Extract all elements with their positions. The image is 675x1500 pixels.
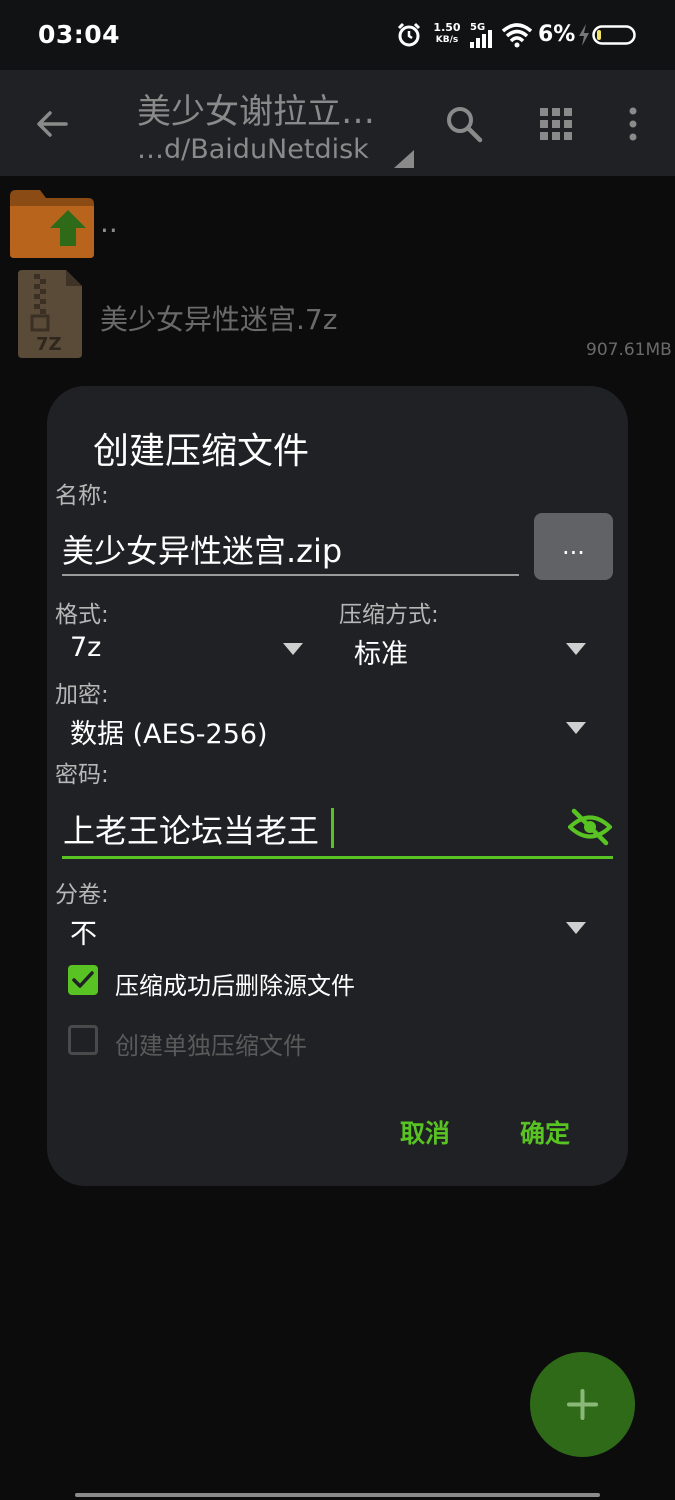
net-speed: 1.50 KB/s <box>432 22 462 46</box>
charging-icon <box>579 24 589 46</box>
ok-button[interactable]: 确定 <box>520 1114 570 1150</box>
method-label: 压缩方式: <box>339 602 439 628</box>
more-vert-icon[interactable] <box>618 104 648 144</box>
net-speed-value: 1.50 <box>433 21 461 34</box>
format-label: 格式: <box>55 602 109 628</box>
signal-icon <box>470 30 492 48</box>
method-dropdown-value[interactable]: 标准 <box>354 632 408 671</box>
method-dropdown-arrow-icon[interactable] <box>566 643 586 655</box>
volume-dropdown-arrow-icon[interactable] <box>566 922 586 934</box>
battery-icon <box>592 25 636 45</box>
browse-button[interactable]: ... <box>534 513 613 580</box>
separate-archive-label[interactable]: 创建单独压缩文件 <box>115 1026 307 1061</box>
plus-icon <box>567 1389 598 1420</box>
page-title: 美少女谢拉立… <box>137 92 375 132</box>
path-subtitle[interactable]: …d/BaiduNetdisk <box>137 134 369 165</box>
back-arrow-icon[interactable] <box>32 104 72 144</box>
path-dropdown-icon[interactable] <box>394 150 414 168</box>
cancel-button[interactable]: 取消 <box>400 1114 450 1150</box>
dialog-title: 创建压缩文件 <box>93 431 310 472</box>
archive-badge: 7Z <box>36 334 62 355</box>
file-name[interactable]: 美少女异性迷宫.7z <box>100 298 337 338</box>
create-archive-dialog <box>47 386 628 1186</box>
encryption-dropdown-value[interactable]: 数据 (AES-256) <box>70 712 268 751</box>
wifi-icon <box>502 23 532 48</box>
password-value[interactable]: 上老王论坛当老王 <box>63 806 319 852</box>
file-size: 907.61MB <box>586 340 672 360</box>
separate-archive-checkbox[interactable] <box>68 1025 98 1055</box>
search-icon[interactable] <box>444 104 484 144</box>
gesture-nav-handle <box>75 1493 600 1497</box>
format-dropdown-value[interactable]: 7z <box>70 632 101 663</box>
battery-percent: 6% <box>538 22 576 47</box>
parent-folder-label[interactable]: .. <box>100 206 118 239</box>
password-label: 密码: <box>55 762 109 788</box>
parent-folder-icon[interactable] <box>10 188 94 258</box>
encryption-dropdown-arrow-icon[interactable] <box>566 722 586 734</box>
archive-name-value[interactable]: 美少女异性迷宫.zip <box>62 526 342 572</box>
delete-source-label[interactable]: 压缩成功后删除源文件 <box>115 966 355 1001</box>
name-label: 名称: <box>55 483 109 509</box>
text-caret <box>331 808 334 848</box>
volume-dropdown-value[interactable]: 不 <box>70 912 97 951</box>
net-speed-unit: KB/s <box>435 35 459 45</box>
format-dropdown-arrow-icon[interactable] <box>283 643 303 655</box>
status-time: 03:04 <box>38 20 121 49</box>
visibility-off-icon[interactable] <box>568 808 612 846</box>
alarm-icon <box>397 22 421 47</box>
grid-view-icon[interactable] <box>536 104 576 144</box>
encryption-label: 加密: <box>55 682 109 708</box>
delete-source-checkbox[interactable] <box>68 965 98 995</box>
volume-label: 分卷: <box>55 882 109 908</box>
checkmark-icon <box>72 971 94 988</box>
